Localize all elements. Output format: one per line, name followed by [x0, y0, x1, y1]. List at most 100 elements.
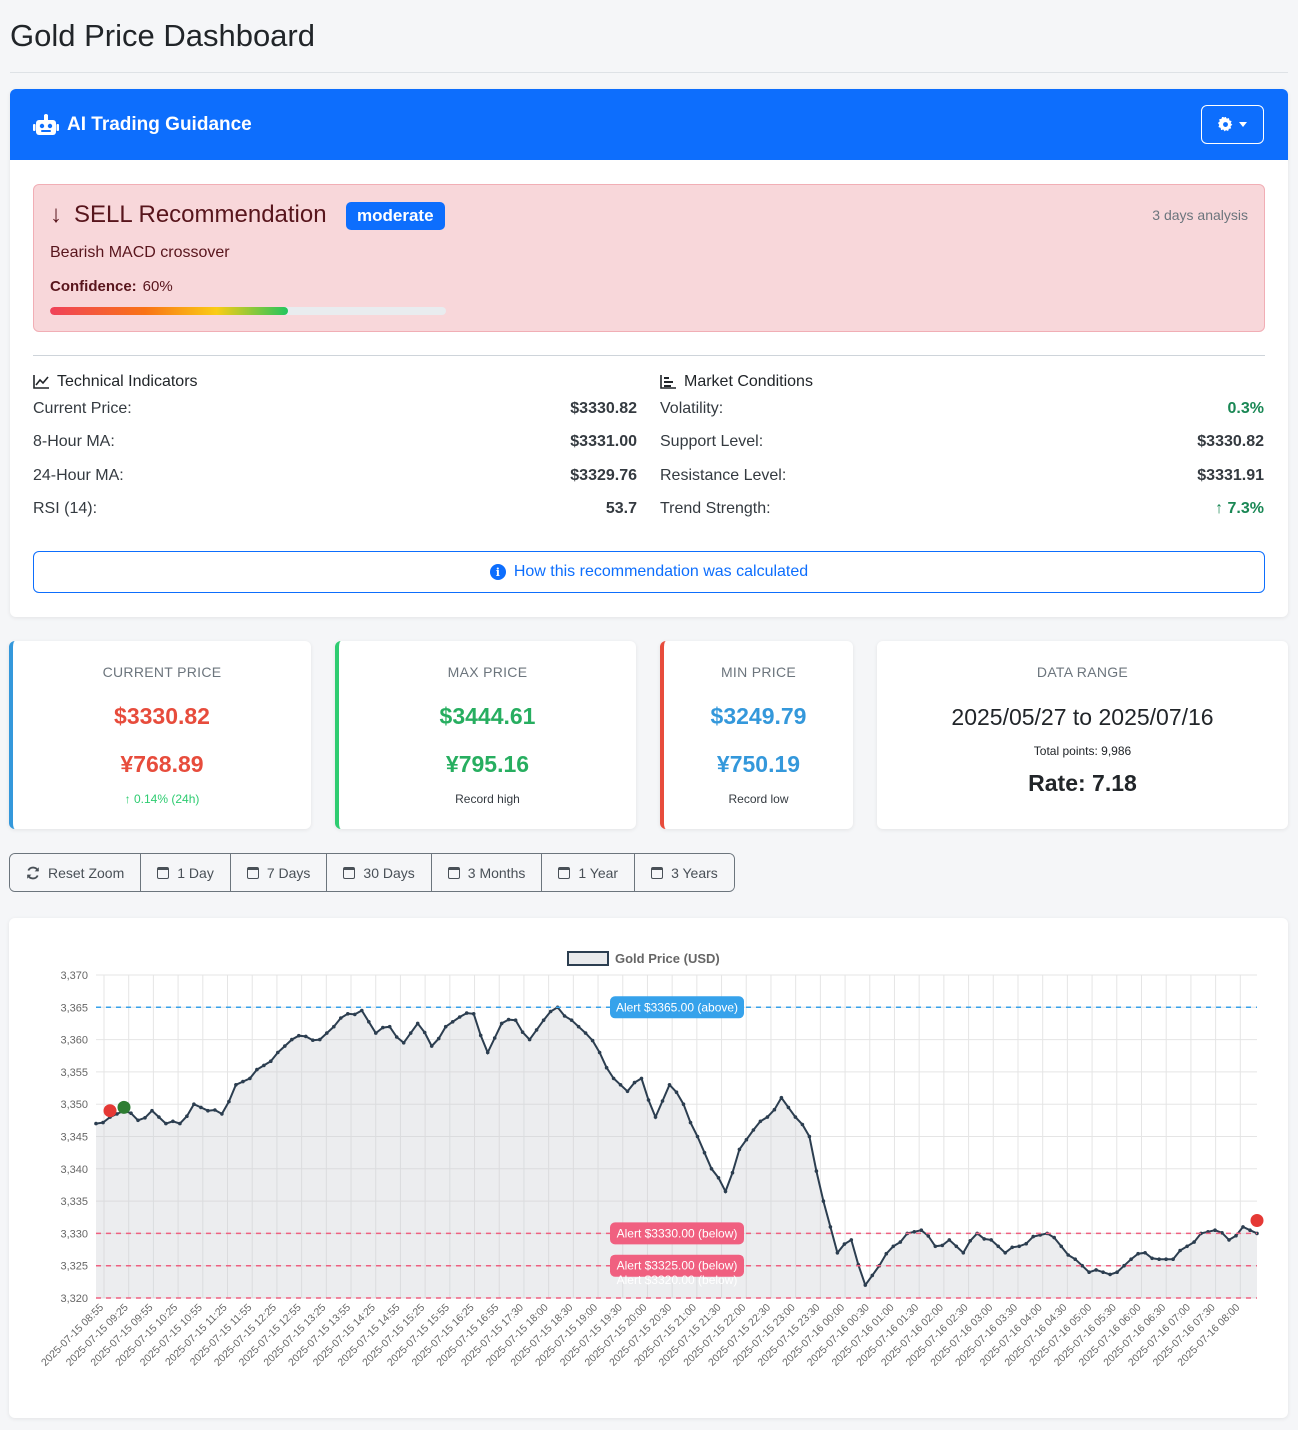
data-point — [1017, 1244, 1021, 1249]
data-point — [618, 1083, 623, 1087]
gear-icon — [1218, 117, 1233, 132]
data-point — [394, 1035, 399, 1039]
data-point — [192, 1102, 196, 1106]
zoom-label: 7 Days — [266, 864, 311, 881]
data-point — [1178, 1248, 1182, 1253]
indicator-row: Current Price: $3330.82 — [33, 392, 637, 426]
zoom-1-day-button[interactable]: 1 Day — [141, 854, 231, 891]
min-price-usd: $3249.79 — [710, 703, 807, 729]
data-point — [611, 1076, 616, 1081]
ai-guidance-title: AI Trading Guidance — [67, 113, 252, 135]
zoom-label: 1 Year — [578, 864, 619, 881]
condition-label: Support Level: — [660, 433, 764, 451]
data-point — [828, 1225, 833, 1229]
data-point — [178, 1121, 182, 1126]
data-point — [311, 1038, 315, 1042]
refresh-icon — [27, 866, 39, 879]
zoom-30-days-button[interactable]: 30 Days — [327, 854, 432, 891]
data-point — [478, 1033, 483, 1038]
legend-label: Gold Price (USD) — [615, 951, 720, 966]
data-point — [1094, 1268, 1098, 1272]
total-points: Total points: 9,986 — [1033, 744, 1132, 758]
alert-label: Alert $3330.00 (below) — [617, 1226, 738, 1240]
indicator-label: RSI (14): — [33, 500, 98, 518]
page-title: Gold Price Dashboard — [10, 18, 315, 53]
y-tick-label: 3,325 — [60, 1261, 88, 1273]
data-point — [1087, 1270, 1091, 1274]
data-point — [884, 1251, 889, 1256]
data-point — [401, 1041, 406, 1045]
data-point — [143, 1116, 147, 1120]
current-price-label: CURRENT PRICE — [102, 664, 222, 680]
how-calculated-button[interactable]: i How this recommendation was calculated — [33, 551, 1265, 593]
data-point — [360, 1008, 364, 1013]
data-point — [667, 1083, 672, 1087]
data-point — [485, 1050, 490, 1055]
data-range-card: DATA RANGE 2025/05/27 to 2025/07/16 Tota… — [877, 641, 1288, 829]
zoom-3-years-button[interactable]: 3 Years — [635, 854, 734, 891]
data-point — [1115, 1270, 1119, 1274]
market-conditions-title: Market Conditions — [684, 373, 813, 390]
legend-swatch — [567, 951, 609, 966]
indicator-row: 24-Hour MA: $3329.76 — [33, 459, 637, 493]
data-point — [171, 1119, 175, 1124]
data-point — [1164, 1257, 1168, 1261]
data-point — [164, 1121, 168, 1126]
condition-value: 0.3% — [1227, 399, 1264, 417]
calendar-icon — [343, 866, 356, 879]
data-point — [674, 1090, 679, 1094]
signal-marker — [117, 1100, 131, 1114]
indicator-label: 24-Hour MA: — [33, 466, 124, 484]
chevron-down-icon — [1239, 122, 1247, 127]
zoom-1-year-button[interactable]: 1 Year — [542, 854, 636, 891]
y-tick-label: 3,355 — [60, 1067, 88, 1079]
settings-dropdown-button[interactable] — [1201, 105, 1264, 144]
data-point — [709, 1167, 714, 1171]
data-point — [1052, 1235, 1056, 1240]
data-point — [304, 1034, 308, 1039]
price-chart[interactable]: Gold Price (USD) 3,320 3,325 3,330 3,335 3,34… — [9, 918, 1288, 1418]
zoom-3-months-button[interactable]: 3 Months — [431, 854, 543, 891]
data-point — [569, 1018, 574, 1022]
data-point — [989, 1238, 993, 1242]
info-icon: i — [489, 564, 506, 580]
data-point — [660, 1099, 665, 1103]
condition-label: Volatility: — [660, 399, 724, 417]
data-point — [702, 1150, 707, 1155]
data-point — [374, 1031, 378, 1035]
min-price-card: MIN PRICE $3249.79 ¥750.19 Record low — [660, 641, 853, 829]
data-point — [157, 1115, 161, 1119]
data-point — [898, 1240, 903, 1244]
data-point — [653, 1115, 658, 1119]
indicator-label: Current Price: — [33, 399, 132, 417]
recommendation-reason: Bearish MACD crossover — [50, 244, 230, 261]
data-point — [1101, 1270, 1105, 1274]
max-price-label: MAX PRICE — [447, 664, 528, 680]
ai-guidance-card: AI Trading Guidance ↓ SELL Recommendatio… — [10, 89, 1288, 617]
data-point — [297, 1033, 301, 1038]
data-point — [1031, 1234, 1035, 1239]
data-point — [625, 1089, 630, 1094]
y-tick-label: 3,340 — [60, 1164, 88, 1176]
bar-chart-icon — [660, 375, 676, 389]
data-point — [947, 1238, 952, 1242]
condition-row: Volatility: 0.3% — [660, 392, 1264, 426]
data-range-value: 2025/05/27 to 2025/07/16 — [951, 704, 1214, 730]
signal-marker — [1250, 1214, 1264, 1227]
data-point — [590, 1038, 595, 1043]
data-point — [534, 1028, 539, 1032]
indicator-label: 8-Hour MA: — [33, 433, 115, 451]
data-point — [835, 1251, 840, 1255]
reset-zoom-button[interactable]: Reset Zoom — [10, 854, 142, 891]
zoom-label: 1 Day — [177, 864, 214, 881]
calendar-icon — [558, 866, 571, 879]
data-point — [940, 1243, 945, 1248]
data-point — [688, 1120, 693, 1125]
zoom-7-days-button[interactable]: 7 Days — [230, 854, 328, 891]
data-point — [199, 1105, 203, 1110]
data-point — [136, 1118, 140, 1123]
data-point — [639, 1076, 644, 1081]
robot-icon — [33, 113, 59, 135]
data-point — [912, 1230, 917, 1234]
data-point — [1157, 1257, 1161, 1261]
